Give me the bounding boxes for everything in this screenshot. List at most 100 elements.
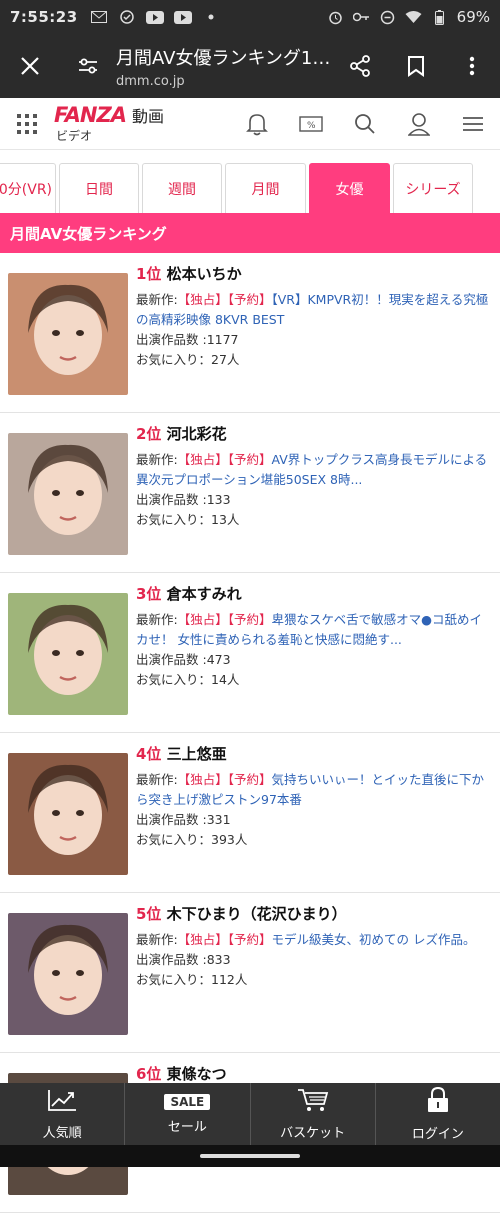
works-value: 1177 bbox=[206, 332, 239, 347]
bell-icon[interactable] bbox=[230, 112, 284, 136]
works-count: 出演作品数 :331 bbox=[136, 810, 490, 830]
works-prefix: 出演作品数 : bbox=[136, 332, 207, 347]
actress-name[interactable]: 河北彩花 bbox=[167, 425, 227, 443]
tag-exclusive: 【独占】 bbox=[177, 452, 228, 467]
youtube-icon bbox=[145, 10, 164, 24]
actress-name[interactable]: 三上悠亜 bbox=[167, 745, 227, 763]
actress-name[interactable]: 東條なつ bbox=[167, 1065, 227, 1083]
fav-prefix: お気に入り： bbox=[136, 972, 212, 987]
section-banner: 月間AV女優ランキング bbox=[0, 213, 500, 253]
cart-icon bbox=[297, 1088, 329, 1116]
fav-suffix: 人 bbox=[234, 972, 248, 987]
fav-prefix: お気に入り： bbox=[136, 832, 212, 847]
rank-heading: 5位 木下ひまり（花沢ひまり） bbox=[136, 903, 490, 924]
site-logo[interactable]: FANZA 動画 ビデオ bbox=[54, 103, 174, 144]
ranking-item[interactable]: 4位 三上悠亜最新作:【独占】【予約】気持ちいいぃー！とイッた直後に下から突き上… bbox=[0, 733, 500, 893]
latest-prefix: 最新作: bbox=[136, 452, 178, 467]
ranking-item[interactable]: 2位 河北彩花 最新作:【独占】【予約】AV界トップクラス高身長モデルによる異次元… bbox=[0, 413, 500, 573]
actress-name[interactable]: 松本いちか bbox=[167, 265, 242, 283]
rank-heading: 6位 東條なつ bbox=[136, 1063, 490, 1084]
rank-heading: 2位 河北彩花 bbox=[136, 423, 490, 444]
actress-thumbnail[interactable] bbox=[8, 433, 128, 555]
tag-exclusive: 【独占】 bbox=[177, 932, 228, 947]
home-gesture-pill[interactable] bbox=[200, 1154, 300, 1158]
works-prefix: 出演作品数 : bbox=[136, 952, 207, 967]
battery-icon bbox=[431, 9, 449, 25]
nav-basket[interactable]: バスケット bbox=[251, 1083, 376, 1145]
latest-work-link[interactable]: モデル級美女、初めての レズ作品。 bbox=[272, 932, 476, 947]
nav-basket-label: バスケット bbox=[280, 1125, 346, 1141]
actress-thumbnail[interactable] bbox=[8, 913, 128, 1035]
coupon-icon[interactable]: % bbox=[284, 112, 338, 136]
nav-popular[interactable]: 人気順 bbox=[0, 1083, 126, 1145]
share-icon[interactable] bbox=[332, 55, 388, 77]
page-title-area[interactable]: 月間AV女優ランキング1～... dmm.co.jp bbox=[116, 44, 332, 89]
latest-work: 最新作:【独占】【予約】モデル級美女、初めての レズ作品。 bbox=[136, 930, 490, 950]
fav-value: 27 bbox=[211, 352, 227, 367]
search-icon[interactable] bbox=[338, 112, 392, 136]
actress-name[interactable]: 倉本すみれ bbox=[167, 585, 242, 603]
tag-exclusive: 【独占】 bbox=[177, 772, 228, 787]
nav-sale[interactable]: SALE セール bbox=[125, 1083, 251, 1145]
page-url: dmm.co.jp bbox=[116, 73, 185, 89]
actress-name[interactable]: 木下ひまり（花沢ひまり） bbox=[167, 905, 347, 923]
page-title: 月間AV女優ランキング1～... bbox=[116, 47, 332, 69]
actress-thumbnail[interactable] bbox=[8, 593, 128, 715]
tab-actress[interactable]: 女優 bbox=[309, 163, 390, 213]
tab-weekly[interactable]: 週間 bbox=[142, 163, 222, 213]
favorite-count: お気に入り：13人 bbox=[136, 510, 490, 530]
ranking-item[interactable]: 5位 木下ひまり（花沢ひまり） 最新作:【独占】【予約】モデル級美女、初めての レ… bbox=[0, 893, 500, 1053]
latest-prefix: 最新作: bbox=[136, 612, 178, 627]
tab-daily[interactable]: 日間 bbox=[59, 163, 139, 213]
site-settings-icon[interactable] bbox=[60, 56, 116, 76]
fav-value: 13 bbox=[211, 512, 227, 527]
rank-number: 5位 bbox=[136, 905, 162, 923]
bookmark-icon[interactable] bbox=[388, 55, 444, 77]
tag-preorder: 【予約】 bbox=[227, 292, 272, 307]
ranking-list: 1位 松本いちか 最新作:【独占】【予約】【VR】KMPVR初！！現実を超える究極… bbox=[0, 253, 500, 1213]
works-count: 出演作品数 :473 bbox=[136, 650, 490, 670]
works-count: 出演作品数 :1177 bbox=[136, 330, 490, 350]
user-icon[interactable] bbox=[392, 112, 446, 136]
wifi-icon bbox=[405, 10, 423, 24]
ranking-item[interactable]: 3位 倉本すみれ最新作:【独占】【予約】卑猥なスケベ舌で敏感オマ●コ舐めイカせ！… bbox=[0, 573, 500, 733]
actress-thumbnail[interactable] bbox=[8, 273, 128, 395]
works-value: 473 bbox=[206, 652, 231, 667]
fav-suffix: 人 bbox=[226, 352, 240, 367]
nav-login[interactable]: ログイン bbox=[376, 1083, 500, 1145]
hamburger-menu-icon[interactable] bbox=[446, 112, 500, 136]
latest-work: 最新作:【独占】【予約】卑猥なスケベ舌で敏感オマ●コ舐めイカせ！ 女性に責められ… bbox=[136, 610, 490, 650]
close-icon[interactable] bbox=[0, 56, 60, 76]
tab-series[interactable]: シリーズ bbox=[393, 163, 473, 213]
alarm-icon bbox=[327, 10, 345, 24]
more-vert-icon[interactable] bbox=[444, 55, 500, 77]
actress-thumbnail[interactable] bbox=[8, 753, 128, 875]
rank-number: 4位 bbox=[136, 745, 162, 763]
tab-10min-vr[interactable]: 10分(VR) bbox=[0, 163, 56, 213]
fav-value: 14 bbox=[211, 672, 227, 687]
browser-toolbar: 月間AV女優ランキング1～... dmm.co.jp bbox=[0, 34, 500, 98]
works-value: 833 bbox=[206, 952, 231, 967]
rank-number: 3位 bbox=[136, 585, 162, 603]
favorite-count: お気に入り：393人 bbox=[136, 830, 490, 850]
latest-prefix: 最新作: bbox=[136, 292, 178, 307]
latest-work: 最新作:【独占】【予約】気持ちいいぃー！とイッた直後に下から突き上げ激ピストン9… bbox=[136, 770, 490, 810]
sub-section-label: ビデオ bbox=[56, 129, 93, 143]
status-bar: 7:55:23 69% bbox=[0, 0, 500, 34]
coupon-glyph: % bbox=[307, 121, 316, 131]
ranking-item[interactable]: 1位 松本いちか 最新作:【独占】【予約】【VR】KMPVR初！！現実を超える究極… bbox=[0, 253, 500, 413]
nav-login-label: ログイン bbox=[411, 1126, 464, 1142]
favorite-count: お気に入り：112人 bbox=[136, 970, 490, 990]
rank-number: 6位 bbox=[136, 1065, 162, 1083]
works-value: 331 bbox=[206, 812, 231, 827]
youtube-icon bbox=[173, 10, 192, 24]
ranking-tabs: 10分(VR) 日間 週間 月間 女優 シリーズ bbox=[0, 163, 500, 213]
fav-prefix: お気に入り： bbox=[136, 512, 212, 527]
rank-heading: 4位 三上悠亜 bbox=[136, 743, 490, 764]
works-count: 出演作品数 :133 bbox=[136, 490, 490, 510]
section-label: 動画 bbox=[131, 107, 164, 126]
apps-grid-icon[interactable] bbox=[0, 113, 54, 134]
rank-number: 1位 bbox=[136, 265, 162, 283]
gesture-bar bbox=[0, 1145, 500, 1167]
tab-monthly[interactable]: 月間 bbox=[225, 163, 306, 213]
